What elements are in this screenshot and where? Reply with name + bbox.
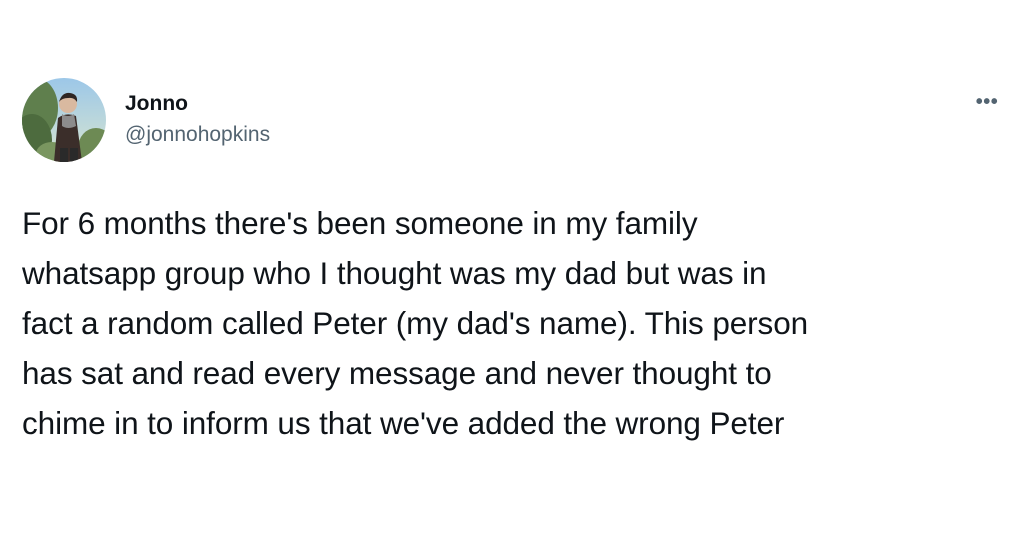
profile-photo-avatar-icon	[22, 78, 106, 162]
author-handle[interactable]: @jonnohopkins	[125, 122, 270, 148]
tweet-text-line: fact a random called Peter (my dad's nam…	[22, 305, 809, 341]
more-options-icon: •••	[975, 91, 999, 113]
tweet-text-line: has sat and read every message and never…	[22, 355, 772, 391]
author-name[interactable]: Jonno	[125, 91, 188, 117]
tweet-card: Jonno @jonnohopkins ••• For 6 months the…	[0, 0, 1024, 536]
tweet-text-line: chime in to inform us that we've added t…	[22, 405, 785, 441]
tweet-text-line: For 6 months there's been someone in my …	[22, 205, 698, 241]
tweet-text: For 6 months there's been someone in my …	[22, 198, 1002, 448]
tweet-header: Jonno @jonnohopkins •••	[22, 78, 1002, 164]
more-options-button[interactable]: •••	[972, 92, 1002, 112]
tweet-text-line: whatsapp group who I thought was my dad …	[22, 255, 767, 291]
author-avatar[interactable]	[22, 78, 106, 162]
